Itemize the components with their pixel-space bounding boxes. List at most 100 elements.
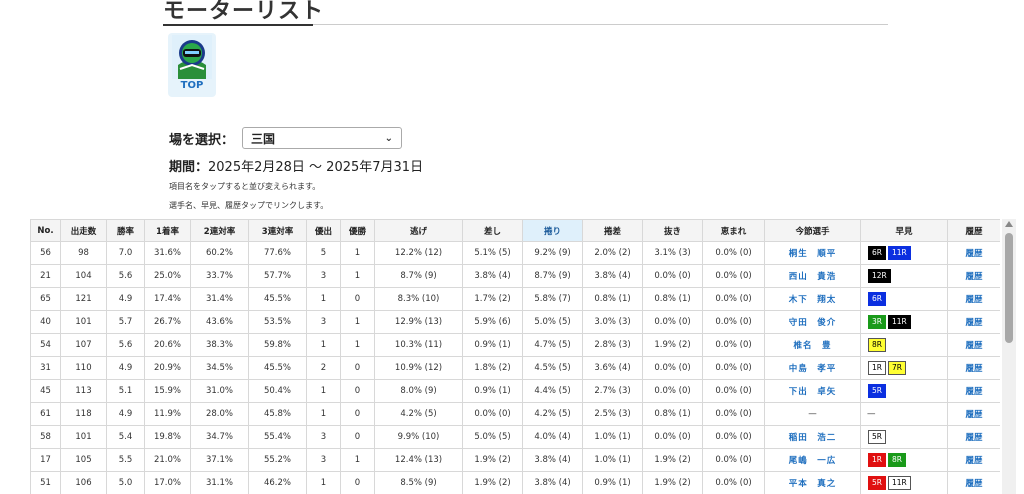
hayami-race-badge[interactable]: 1R [868,361,886,375]
hayami-race-badge[interactable]: 11R [888,476,911,490]
history-link[interactable]: 履歴 [947,379,1000,403]
column-header[interactable]: 恵まれ [702,219,765,242]
column-header[interactable]: 優出 [306,219,341,242]
cell-no: 58 [30,425,61,449]
history-link[interactable]: 履歴 [947,471,1000,494]
scroll-thumb[interactable] [1005,233,1013,343]
column-header[interactable]: 勝率 [106,219,145,242]
cell-r1: 20.9% [144,356,191,380]
history-link[interactable]: 履歴 [947,356,1000,380]
hayami-cell: 6R [860,287,948,311]
hayami-race-badge[interactable]: 5R [868,430,886,444]
history-link[interactable]: 履歴 [947,264,1000,288]
racer-link[interactable]: 稲田 浩二 [764,425,861,449]
venue-select[interactable]: 三国 ⌄ [242,127,403,149]
hayami-race-badge[interactable]: 7R [888,361,906,375]
column-header[interactable]: 抜き [642,219,703,242]
history-link[interactable]: 履歴 [947,402,1000,426]
cell-starts: 101 [60,310,107,334]
racer-link[interactable]: 中島 孝平 [764,356,861,380]
cell-makuri: 8.7% (9) [522,264,583,288]
history-link[interactable]: 履歴 [947,425,1000,449]
cell-starts: 104 [60,264,107,288]
column-header[interactable]: 逃げ [374,219,463,242]
racer-link[interactable]: 守田 俊介 [764,310,861,334]
column-header[interactable]: 早見 [860,219,948,242]
hayami-race-badge[interactable]: 11R [888,246,911,260]
racer-link: — [764,402,861,426]
top-link[interactable]: TOP [168,33,216,97]
history-link[interactable]: 履歴 [947,448,1000,472]
racer-link[interactable]: 平本 真之 [764,471,861,494]
cell-makusa: 2.5% (3) [582,402,643,426]
cell-starts: 121 [60,287,107,311]
cell-starts: 101 [60,425,107,449]
cell-starts: 113 [60,379,107,403]
cell-sashi: 1.7% (2) [462,287,523,311]
racer-link[interactable]: 桐生 順平 [764,241,861,265]
cell-yusho: 0 [340,379,375,403]
cell-makusa: 2.7% (3) [582,379,643,403]
hayami-cell: 8R [860,333,948,357]
hayami-race-badge[interactable]: 3R [868,315,886,329]
column-header[interactable]: 差し [462,219,523,242]
history-link[interactable]: 履歴 [947,333,1000,357]
history-link[interactable]: 履歴 [947,241,1000,265]
hayami-race-badge[interactable]: 1R [868,453,886,467]
column-header[interactable]: 履歴 [947,219,1000,242]
hayami-race-badge[interactable]: 5R [868,476,886,490]
cell-makuri: 4.7% (5) [522,333,583,357]
column-header[interactable]: 捲差 [582,219,643,242]
column-header[interactable]: 3連対率 [248,219,307,242]
cell-r3: 45.5% [248,287,307,311]
column-header[interactable]: 出走数 [60,219,107,242]
cell-yu: 3 [306,448,341,472]
cell-makusa: 2.8% (3) [582,333,643,357]
hayami-race-badge[interactable]: 6R [868,246,886,260]
hayami-race-badge[interactable]: 8R [868,338,886,352]
cell-no: 65 [30,287,61,311]
cell-starts: 107 [60,333,107,357]
racer-link[interactable]: 椎名 豊 [764,333,861,357]
cell-win: 5.5 [106,448,145,472]
cell-yu: 1 [306,471,341,494]
hayami-race-badge[interactable]: 11R [888,315,911,329]
cell-megu: 0.0% (0) [702,402,765,426]
column-header[interactable]: 2連対率 [190,219,249,242]
hayami-race-badge[interactable]: 12R [868,269,891,283]
cell-nige: 10.3% (11) [374,333,463,357]
racer-link[interactable]: 木下 翔太 [764,287,861,311]
racer-link[interactable]: 尾嶋 一広 [764,448,861,472]
cell-no: 51 [30,471,61,494]
hayami-race-badge[interactable]: 6R [868,292,886,306]
cell-no: 56 [30,241,61,265]
cell-r2: 34.7% [190,425,249,449]
table-row: 61 118 4.9 11.9% 28.0% 45.8% 1 0 4.2% (5) 0.0% (0… [30,402,1000,426]
hayami-race-badge[interactable]: 8R [888,453,906,467]
history-link[interactable]: 履歴 [947,287,1000,311]
racer-link[interactable]: 下出 卓矢 [764,379,861,403]
column-header[interactable]: 1着率 [144,219,191,242]
cell-yusho: 1 [340,241,375,265]
cell-nuki: 3.1% (3) [642,241,703,265]
scroll-up-arrow-icon[interactable] [1005,221,1013,227]
column-header[interactable]: 今節選手 [764,219,861,242]
venue-selector-row: 場を選択： 三国 ⌄ [169,127,403,149]
cell-r1: 26.7% [144,310,191,334]
column-header[interactable]: 優勝 [340,219,375,242]
cell-yusho: 0 [340,425,375,449]
racer-link[interactable]: 西山 貴浩 [764,264,861,288]
cell-megu: 0.0% (0) [702,448,765,472]
column-header[interactable]: 捲り [522,219,583,242]
hayami-race-badge[interactable]: 5R [868,384,886,398]
cell-yu: 3 [306,310,341,334]
history-link[interactable]: 履歴 [947,310,1000,334]
hayami-cell: 5R [860,379,948,403]
cell-no: 61 [30,402,61,426]
column-header[interactable]: No. [30,219,61,242]
cell-nuki: 0.0% (0) [642,379,703,403]
cell-nige: 8.3% (10) [374,287,463,311]
vertical-scrollbar[interactable] [1002,219,1016,494]
table-row: 40 101 5.7 26.7% 43.6% 53.5% 3 1 12.9% (13) 5.9% … [30,310,1000,334]
top-label: TOP [180,80,204,91]
